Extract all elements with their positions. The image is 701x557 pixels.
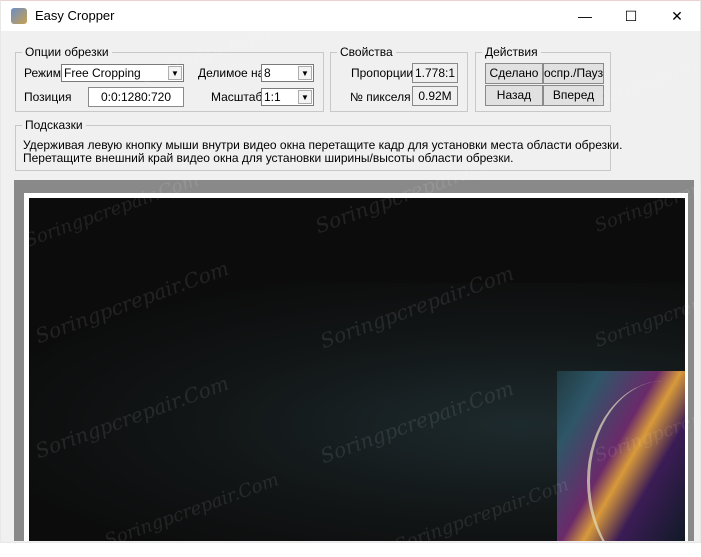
chevron-down-icon[interactable]: ▼ xyxy=(298,90,312,104)
back-button[interactable]: Назад xyxy=(485,85,543,106)
forward-button[interactable]: Вперед xyxy=(543,85,604,106)
ratio-label: Пропорции xyxy=(351,66,414,80)
done-button[interactable]: Сделано xyxy=(485,63,543,84)
actions-group: Действия Сделано оспр./Пауз Назад Вперед xyxy=(475,45,611,112)
position-label: Позиция xyxy=(24,90,72,104)
scale-select[interactable]: 1:1 ▼ xyxy=(261,88,314,106)
window-title: Easy Cropper xyxy=(35,8,115,23)
divisible-value: 8 xyxy=(264,66,271,80)
maximize-button[interactable]: ☐ xyxy=(608,1,654,31)
crop-options-legend: Опции обрезки xyxy=(22,45,112,59)
title-bar[interactable]: Easy Cropper — ☐ ✕ xyxy=(1,1,700,31)
hint-line-1: Удерживая левую кнопку мыши внутри видео… xyxy=(23,138,623,152)
pause-button[interactable]: оспр./Пауз xyxy=(543,63,604,84)
hint-line-2: Перетащите внешний край видео окна для у… xyxy=(23,151,514,165)
mode-select[interactable]: Free Cropping ▼ xyxy=(61,64,184,82)
minimize-button[interactable]: — xyxy=(562,1,608,31)
pixels-label: № пикселя xyxy=(350,90,411,104)
pixels-value: 0.92M xyxy=(412,86,458,106)
chevron-down-icon[interactable]: ▼ xyxy=(168,66,182,80)
video-artwork-arc xyxy=(587,381,685,541)
crop-options-group: Опции обрезки Режим Free Cropping ▼ Дели… xyxy=(15,45,324,112)
actions-legend: Действия xyxy=(482,45,541,59)
app-icon xyxy=(11,8,27,24)
video-artwork xyxy=(557,371,685,541)
hints-legend: Подсказки xyxy=(22,118,86,132)
position-input[interactable]: 0:0:1280:720 xyxy=(88,87,184,107)
divisible-label: Делимое на xyxy=(198,66,265,80)
divisible-select[interactable]: 8 ▼ xyxy=(261,64,314,82)
properties-group: Свойства Пропорции 1.778:1 № пикселя 0.9… xyxy=(330,45,468,112)
close-button[interactable]: ✕ xyxy=(654,1,700,31)
properties-legend: Свойства xyxy=(337,45,396,59)
scale-value: 1:1 xyxy=(264,90,281,104)
mode-value: Free Cropping xyxy=(64,66,141,80)
video-preview[interactable] xyxy=(29,198,685,541)
scale-label: Масштаб xyxy=(211,90,263,104)
chevron-down-icon[interactable]: ▼ xyxy=(298,66,312,80)
ratio-value: 1.778:1 xyxy=(412,63,458,83)
controls-panel: Опции обрезки Режим Free Cropping ▼ Дели… xyxy=(1,31,700,181)
mode-label: Режим xyxy=(24,66,61,80)
